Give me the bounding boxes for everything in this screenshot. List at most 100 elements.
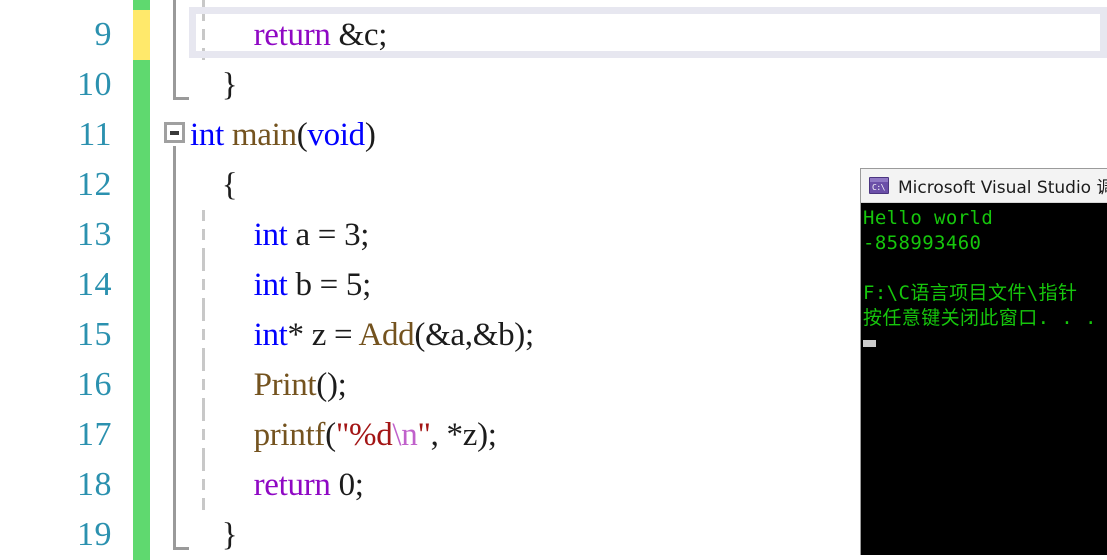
code-token: 5	[345, 267, 363, 303]
code-token: Print	[253, 367, 317, 403]
code-token: printf	[253, 417, 326, 453]
code-token: (&a,&b);	[414, 317, 534, 353]
change-bar	[133, 110, 150, 160]
change-bar	[133, 460, 150, 510]
code-text[interactable]: int* z = Add(&a,&b);	[190, 310, 535, 360]
line-number: 19	[77, 516, 112, 553]
console-cursor	[863, 340, 876, 347]
outlining-margin[interactable]	[150, 260, 190, 310]
code-text[interactable]: }	[190, 60, 238, 110]
code-token: ;	[362, 267, 371, 303]
code-token: \n	[392, 417, 418, 453]
outlining-margin[interactable]	[150, 10, 190, 60]
code-token: a =	[287, 217, 345, 253]
code-token: main	[231, 117, 297, 153]
code-token: )	[364, 117, 376, 153]
code-token: }	[190, 67, 238, 103]
outline-rule	[173, 360, 176, 410]
outlining-margin[interactable]	[150, 510, 190, 560]
console-output: Hello world -858993460 F:\C语言项目文件\指针 按任意键关闭…	[861, 203, 1107, 331]
code-text[interactable]: }	[190, 510, 238, 560]
outlining-margin[interactable]	[150, 310, 190, 360]
outlining-margin[interactable]	[150, 0, 190, 10]
outlining-margin[interactable]	[150, 110, 190, 160]
code-token: "%d	[335, 417, 393, 453]
code-token: 0	[338, 467, 356, 503]
code-token: * z =	[287, 317, 359, 353]
outlining-margin[interactable]	[150, 160, 190, 210]
code-token: {	[190, 167, 238, 203]
code-line[interactable]: 9 return &c;	[0, 10, 1107, 60]
outline-rule	[173, 160, 176, 210]
outlining-margin[interactable]	[150, 460, 190, 510]
outlining-margin[interactable]	[150, 210, 190, 260]
code-token: &c;	[330, 17, 388, 53]
outline-rule	[173, 510, 176, 550]
change-bar	[133, 360, 150, 410]
console-line: -858993460	[863, 232, 982, 254]
code-text[interactable]: return &c;	[190, 10, 388, 60]
outlining-margin[interactable]	[150, 360, 190, 410]
change-bar	[133, 510, 150, 560]
change-bar	[133, 0, 150, 10]
code-text[interactable]: printf("%d\n", *z);	[190, 410, 497, 460]
code-token: ;	[360, 217, 370, 253]
console-titlebar[interactable]: Microsoft Visual Studio 调试控	[861, 169, 1107, 203]
code-line[interactable]: 11 int main(void)	[0, 110, 1107, 160]
line-number: 16	[77, 366, 112, 403]
console-title: Microsoft Visual Studio 调试控	[898, 178, 1107, 198]
outline-rule	[173, 460, 176, 510]
code-token: b =	[287, 267, 346, 303]
change-bar	[133, 410, 150, 460]
line-number: 15	[77, 316, 112, 353]
outline-rule-foot	[173, 547, 189, 550]
code-token: , *z);	[430, 417, 497, 453]
line-number: 14	[77, 266, 112, 303]
outline-rule	[173, 410, 176, 460]
code-text[interactable]: return 0;	[190, 460, 364, 510]
outline-rule	[173, 260, 176, 310]
code-token: "	[417, 417, 431, 453]
code-token: return	[253, 467, 331, 503]
code-token: (	[325, 417, 336, 453]
outline-rule	[173, 310, 176, 360]
line-number: 8	[0, 0, 112, 10]
outline-rule	[173, 60, 176, 100]
code-token: (	[296, 117, 308, 153]
code-token: int	[253, 217, 288, 253]
code-token: int	[253, 267, 288, 303]
code-text[interactable]: Print();	[190, 360, 347, 410]
console-line: 按任意键关闭此窗口. . .	[863, 307, 1097, 329]
code-token: int	[253, 317, 288, 353]
code-line[interactable]: 10 }	[0, 60, 1107, 110]
outline-rule	[173, 210, 176, 260]
code-token: }	[190, 517, 238, 553]
outlining-margin[interactable]	[150, 60, 190, 110]
line-number: 13	[77, 216, 112, 253]
code-text[interactable]: int main(void)	[190, 110, 376, 160]
change-bar	[133, 160, 150, 210]
code-token: Add	[358, 317, 415, 353]
code-line[interactable]: 8	[0, 0, 1107, 10]
code-token: int	[190, 117, 224, 153]
outline-rule	[173, 146, 176, 160]
debug-console-window[interactable]: Microsoft Visual Studio 调试控 Hello world -…	[860, 168, 1107, 555]
change-bar	[133, 260, 150, 310]
console-line: Hello world	[863, 207, 994, 229]
code-text[interactable]: {	[190, 160, 238, 210]
code-text[interactable]: int b = 5;	[190, 260, 372, 310]
line-number: 12	[77, 166, 112, 203]
fold-collapse-icon[interactable]	[164, 122, 185, 143]
outlining-margin[interactable]	[150, 410, 190, 460]
indent-guide	[202, 0, 205, 10]
outline-rule-foot	[173, 97, 189, 100]
code-text[interactable]: int a = 3;	[190, 210, 370, 260]
